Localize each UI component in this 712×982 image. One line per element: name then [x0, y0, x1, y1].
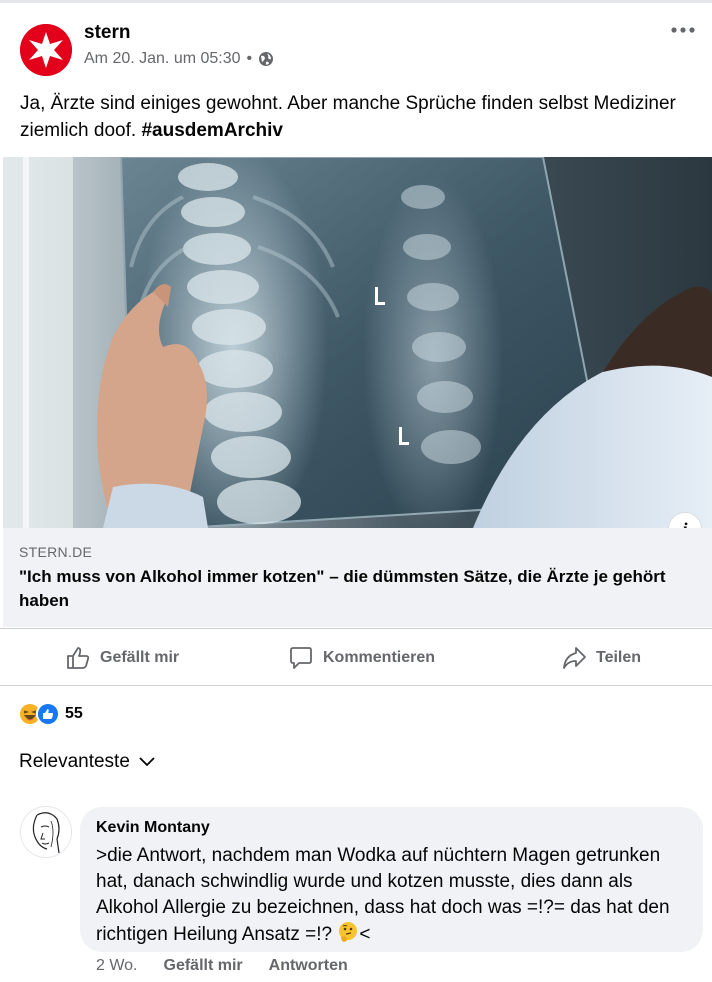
thinking-emoji-icon — [337, 921, 359, 943]
chevron-down-icon — [139, 757, 155, 767]
comment-body: >die Antwort, nachdem man Wodka auf nüch… — [96, 845, 670, 945]
comment-end: < — [359, 924, 371, 945]
share-button[interactable]: Teilen — [560, 629, 641, 687]
comment-button[interactable]: Kommentieren — [287, 629, 435, 687]
link-domain: STERN.DE — [19, 544, 93, 560]
post-text: Ja, Ärzte sind einiges gewohnt. Aber man… — [20, 90, 692, 144]
post-image[interactable] — [3, 157, 712, 528]
thumbs-up-icon — [67, 647, 90, 669]
comment-sort-dropdown[interactable]: Relevanteste — [19, 751, 156, 773]
comment-meta: 2 Wo. Gefällt mir Antworten — [96, 957, 348, 975]
sort-label: Relevanteste — [19, 751, 130, 772]
top-divider — [0, 0, 712, 3]
page-name[interactable]: stern — [84, 22, 130, 44]
post-body: Ja, Ärzte sind einiges gewohnt. Aber man… — [20, 93, 676, 141]
stern-logo[interactable] — [20, 24, 72, 76]
comment-text: >die Antwort, nachdem man Wodka auf nüch… — [96, 843, 691, 948]
comment-label: Kommentieren — [323, 649, 436, 666]
hashtag-link[interactable]: #ausdemArchiv — [141, 120, 283, 141]
comment-reply-button[interactable]: Antworten — [269, 957, 348, 975]
share-icon — [563, 647, 586, 669]
globe-icon — [258, 51, 274, 67]
share-label: Teilen — [596, 649, 642, 666]
post-actions: Gefällt mir Kommentieren Teilen — [0, 628, 712, 686]
link-preview[interactable]: STERN.DE "Ich muss von Alkohol immer kot… — [3, 528, 712, 627]
comment-age[interactable]: 2 Wo. — [96, 957, 138, 975]
avatar[interactable] — [20, 806, 72, 858]
comment-icon — [290, 647, 312, 669]
more-options-icon[interactable] — [668, 22, 698, 38]
comment-like-button[interactable]: Gefällt mir — [164, 957, 243, 975]
like-label: Gefällt mir — [100, 649, 180, 666]
reaction-count: 55 — [65, 705, 83, 722]
reactions-summary[interactable]: 55 — [18, 701, 83, 727]
post-meta: Am 20. Jan. um 05:30 • — [84, 50, 274, 68]
post-timestamp[interactable]: Am 20. Jan. um 05:30 — [84, 50, 241, 68]
comment-author[interactable]: Kevin Montany — [96, 819, 210, 837]
comment-bubble: Kevin Montany >die Antwort, nachdem man … — [80, 807, 703, 952]
link-title[interactable]: "Ich muss von Alkohol immer kotzen" – di… — [19, 565, 699, 613]
post-header: stern Am 20. Jan. um 05:30 • — [0, 4, 712, 84]
meta-separator: • — [246, 50, 253, 67]
like-reaction-icon — [36, 702, 60, 726]
like-button[interactable]: Gefällt mir — [64, 629, 179, 687]
